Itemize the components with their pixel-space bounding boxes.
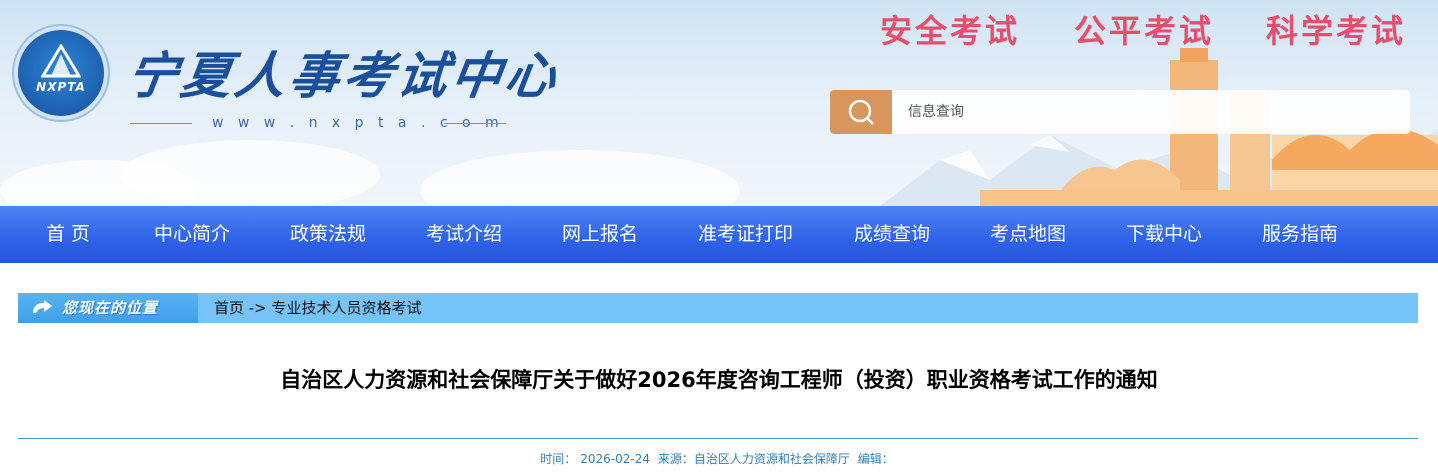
nav-item-service-guide[interactable]: 服务指南 [1262, 206, 1338, 263]
meta-editor-label: 编辑： [857, 452, 894, 466]
meta-time-label: 时间： [540, 452, 577, 466]
nav-item-home[interactable]: 首 页 [46, 206, 90, 263]
nxpta-logo[interactable]: NXPTA [18, 30, 104, 116]
nav-item-score-query[interactable]: 成绩查询 [854, 206, 930, 263]
slogan-science: 科学考试 [1266, 12, 1407, 50]
meta-source: 自治区人力资源和社会保障厅 [693, 452, 850, 466]
nav-item-exam-intro[interactable]: 考试介绍 [426, 206, 502, 263]
nav-item-policy[interactable]: 政策法规 [290, 206, 366, 263]
article-title: 自治区人力资源和社会保障厅关于做好2026年度咨询工程师（投资）职业资格考试工作… [280, 368, 1158, 392]
nav-item-registration[interactable]: 网上报名 [562, 206, 638, 263]
site-title[interactable]: 宁夏人事考试中心 [123, 36, 565, 108]
nav-item-admission-ticket[interactable]: 准考证打印 [698, 206, 793, 263]
search-button[interactable] [830, 90, 892, 134]
slogan-fair: 公平考试 [1074, 12, 1215, 50]
meta-time: 2026-02-24 [580, 452, 651, 466]
cloud-decoration [420, 150, 740, 206]
article-meta: 时间： 2026-02-24 来源：自治区人力资源和社会保障厅 编辑： [0, 450, 1438, 467]
search-icon [848, 99, 874, 125]
main-nav: 首 页 中心简介 政策法规 考试介绍 网上报名 准考证打印 成绩查询 考点地图 … [0, 206, 1438, 263]
meta-source-label: 来源： [657, 452, 694, 466]
site-header: NXPTA 宁夏人事考试中心 w w w . n x p t a . c o m… [0, 0, 1438, 206]
breadcrumb-label-box: 您现在的位置 [18, 293, 198, 323]
nav-item-venue-map[interactable]: 考点地图 [990, 206, 1066, 263]
title-divider [18, 438, 1418, 439]
search-input[interactable] [892, 90, 1410, 134]
slogan-safe: 安全考试 [880, 12, 1021, 50]
nav-item-about[interactable]: 中心简介 [154, 206, 230, 263]
breadcrumb-path[interactable]: 首页 -> 专业技术人员资格考试 [214, 293, 422, 323]
location-arrow-icon [33, 300, 52, 313]
url-divider-left [130, 123, 192, 124]
url-divider-right [444, 123, 506, 124]
nav-item-downloads[interactable]: 下载中心 [1126, 206, 1202, 263]
logo-tent-icon [41, 44, 81, 78]
breadcrumb-label: 您现在的位置 [62, 299, 159, 317]
breadcrumb: 您现在的位置 首页 -> 专业技术人员资格考试 [18, 293, 1418, 323]
logo-text: NXPTA [36, 80, 86, 94]
search-box [830, 90, 1410, 134]
